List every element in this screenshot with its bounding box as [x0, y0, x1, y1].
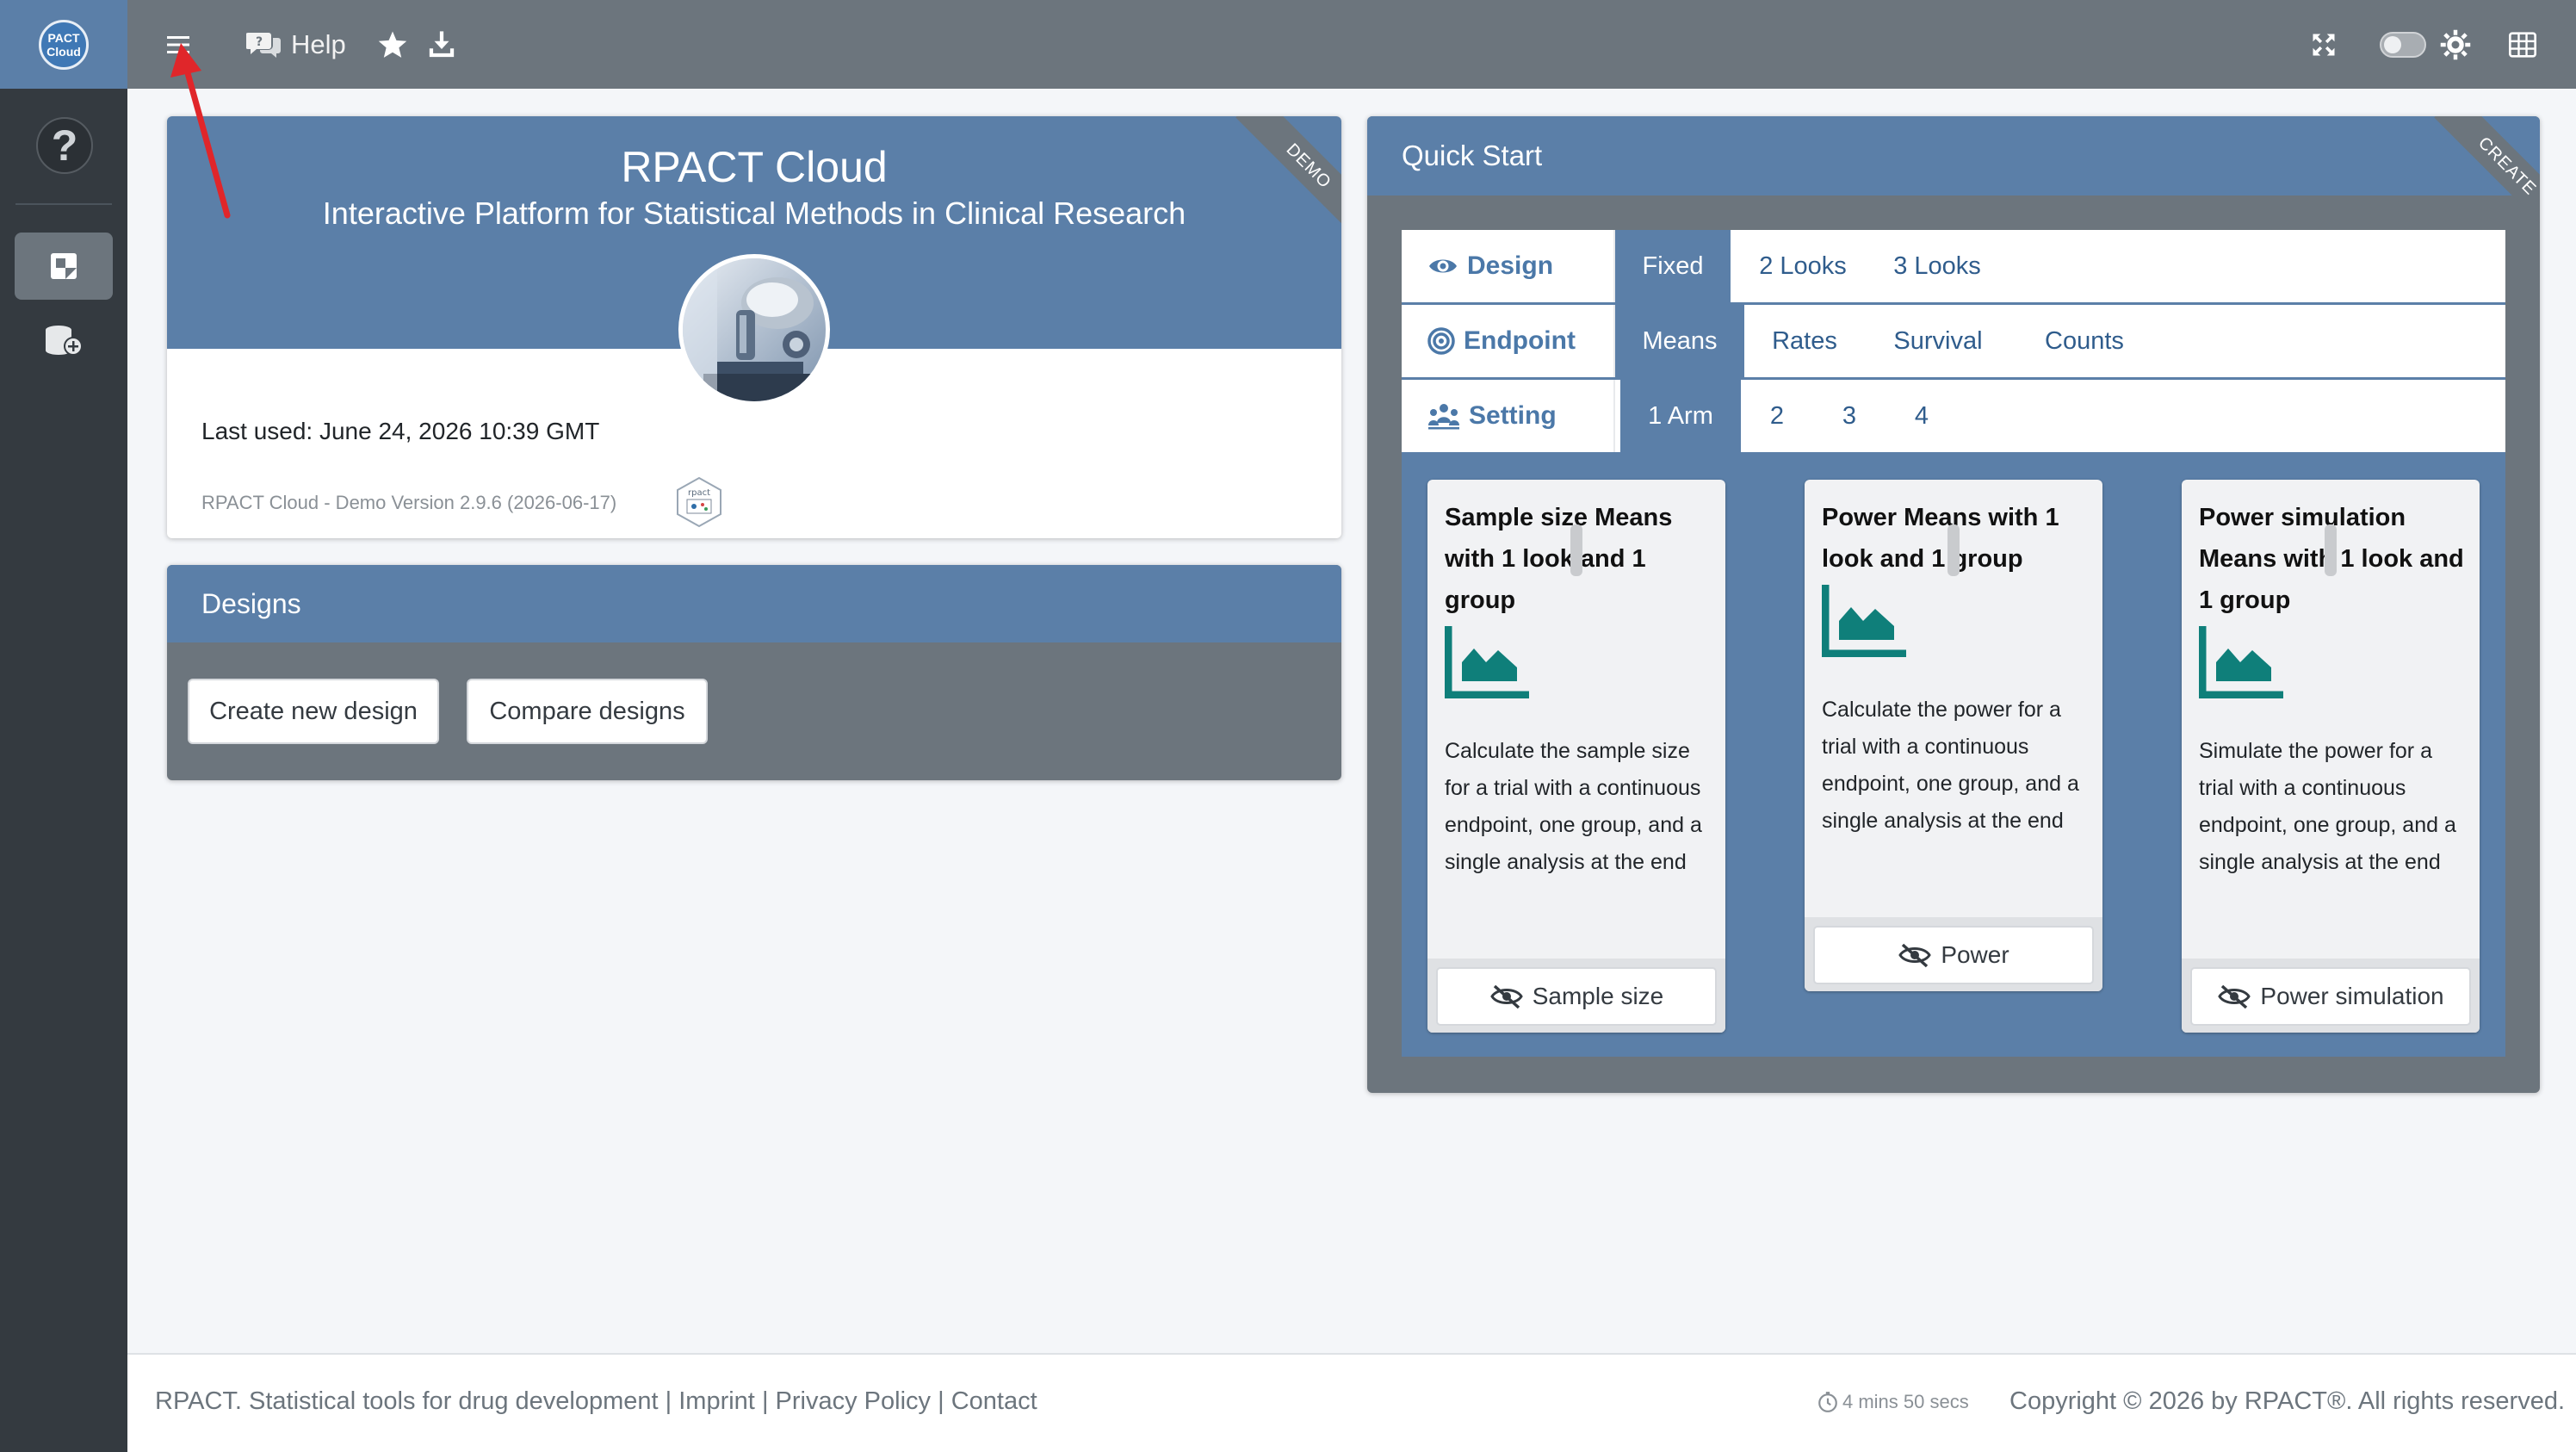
design-label: Design	[1402, 230, 1613, 302]
welcome-subtitle: Interactive Platform for Statistical Met…	[322, 195, 1186, 231]
rpact-cloud-logo: PACT Cloud	[39, 19, 89, 70]
design-option-row: Design Fixed 2 Looks 3 Looks	[1402, 230, 2505, 302]
power-simulation-button[interactable]: Power simulation	[2190, 967, 2471, 1026]
grid-menu-button[interactable]	[2509, 0, 2536, 89]
quick-start-title: Quick Start	[1367, 116, 2540, 195]
eye-slash-icon	[1898, 943, 1932, 968]
card-footer: Power	[1805, 917, 2102, 991]
area-chart-icon	[1445, 626, 1529, 698]
scrollbar-thumb[interactable]	[1570, 524, 1582, 576]
endpoint-label: Endpoint	[1402, 305, 1613, 377]
people-group-icon	[1427, 402, 1460, 430]
card-power[interactable]: Power Means with 1 look and 1 group Calc…	[1805, 480, 2102, 991]
footer-separator: |	[761, 1387, 769, 1415]
top-navbar: ? Help	[127, 0, 2576, 89]
imprint-link[interactable]: Imprint	[678, 1387, 755, 1415]
designs-card: Designs Create new design Compare design…	[167, 565, 1341, 780]
eye-slash-icon	[1489, 984, 1523, 1009]
footer-separator: |	[665, 1387, 672, 1415]
power-button[interactable]: Power	[1813, 926, 2094, 984]
chat-question-icon: ?	[246, 32, 281, 58]
last-used-text: Last used: June 24, 2026 10:39 GMT	[201, 418, 600, 444]
card-footer: Power simulation	[2182, 959, 2480, 1033]
favorite-button[interactable]	[377, 0, 408, 89]
dark-mode-toggle[interactable]	[2380, 0, 2426, 89]
card-power-simulation[interactable]: Power simulation Means with 1 look and 1…	[2182, 480, 2480, 1033]
area-chart-icon	[2199, 626, 2283, 698]
rpact-hex-logo[interactable]: rpact	[675, 476, 723, 528]
welcome-title: RPACT Cloud	[621, 143, 888, 191]
main-sidebar: PACT Cloud ?	[0, 0, 127, 1452]
card-description: Calculate the sample size for a trial wi…	[1445, 739, 1702, 874]
target-icon	[1427, 327, 1455, 355]
toggle-switch[interactable]	[2380, 31, 2426, 58]
privacy-policy-link[interactable]: Privacy Policy	[776, 1387, 932, 1415]
quick-start-card: Quick Start CREATE Design Fixed 2 Looks …	[1367, 116, 2540, 1093]
contact-link[interactable]: Contact	[951, 1387, 1037, 1415]
star-icon	[378, 30, 407, 58]
setting-option-2[interactable]: 2	[1741, 380, 1813, 452]
setting-label: Setting	[1402, 380, 1613, 452]
design-option-3-looks[interactable]: 3 Looks	[1875, 230, 1999, 302]
setting-option-4[interactable]: 4	[1886, 380, 1958, 452]
annotation-arrow	[170, 43, 231, 219]
sun-icon	[2440, 29, 2471, 59]
database-plus-icon	[46, 326, 83, 356]
microscope-avatar	[678, 254, 830, 406]
sidebar-item-dashboard[interactable]	[15, 233, 113, 300]
session-timer: 4 mins 50 secs	[1817, 1391, 1969, 1413]
table-grid-icon	[2509, 31, 2536, 58]
dashboard-icon	[51, 253, 77, 279]
download-icon	[429, 30, 455, 57]
eye-slash-icon	[2218, 984, 2251, 1009]
endpoint-option-row: Endpoint Means Rates Survival Counts	[1402, 305, 2505, 377]
main-footer: RPACT. Statistical tools for drug develo…	[127, 1353, 2576, 1452]
setting-option-row: Setting 1 Arm 2 3 4	[1402, 380, 2505, 452]
expand-icon	[2313, 34, 2335, 55]
footer-separator: |	[938, 1387, 944, 1415]
scrollbar-thumb[interactable]	[1947, 524, 1960, 576]
sidebar-divider	[15, 203, 112, 205]
download-button[interactable]	[427, 0, 456, 89]
endpoint-option-survival[interactable]: Survival	[1865, 305, 2011, 377]
help-label: Help	[291, 28, 346, 59]
card-description: Calculate the power for a trial with a c…	[1822, 698, 2079, 833]
fullscreen-button[interactable]	[2311, 0, 2337, 89]
eye-icon	[1427, 255, 1458, 277]
create-new-design-button[interactable]: Create new design	[188, 679, 439, 744]
endpoint-option-means[interactable]: Means	[1615, 305, 1744, 377]
endpoint-option-counts[interactable]: Counts	[2011, 305, 2158, 377]
help-link[interactable]: ? Help	[246, 0, 346, 89]
content-wrapper: RPACT Cloud Interactive Platform for Sta…	[127, 89, 2576, 1353]
card-sample-size[interactable]: Sample size Means with 1 look and 1 grou…	[1427, 480, 1725, 1033]
version-text: RPACT Cloud - Demo Version 2.9.6 (2026-0…	[201, 492, 617, 513]
card-description: Simulate the power for a trial with a co…	[2199, 739, 2456, 874]
copyright-text: Copyright © 2026 by RPACT®. All rights r…	[2009, 1387, 2566, 1415]
svg-text:?: ?	[256, 35, 263, 49]
compare-designs-button[interactable]: Compare designs	[467, 679, 708, 744]
sample-size-button[interactable]: Sample size	[1436, 967, 1717, 1026]
theme-settings-button[interactable]	[2440, 0, 2471, 89]
design-option-2-looks[interactable]: 2 Looks	[1731, 230, 1875, 302]
design-option-fixed[interactable]: Fixed	[1615, 230, 1731, 302]
designs-title: Designs	[167, 565, 1341, 642]
footer-tagline: RPACT. Statistical tools for drug develo…	[155, 1387, 659, 1415]
svg-text:rpact: rpact	[688, 488, 710, 498]
footer-links: RPACT. Statistical tools for drug develo…	[155, 1387, 1037, 1416]
setting-option-3[interactable]: 3	[1813, 380, 1886, 452]
brand-link[interactable]: PACT Cloud	[0, 0, 127, 89]
sidebar-item-add-dataset[interactable]	[15, 308, 113, 372]
help-question-icon[interactable]: ?	[36, 117, 93, 174]
microscope-image	[683, 258, 826, 401]
setting-option-1-arm[interactable]: 1 Arm	[1620, 380, 1741, 452]
row-separator	[1613, 380, 1615, 452]
area-chart-icon	[1822, 585, 1906, 657]
card-footer: Sample size	[1427, 959, 1725, 1033]
welcome-card: RPACT Cloud Interactive Platform for Sta…	[167, 116, 1341, 538]
endpoint-option-rates[interactable]: Rates	[1744, 305, 1865, 377]
timer-icon	[1818, 1392, 1837, 1412]
quick-start-body: Design Fixed 2 Looks 3 Looks Endpoint Me…	[1402, 230, 2505, 1057]
scrollbar-thumb[interactable]	[2325, 524, 2337, 576]
